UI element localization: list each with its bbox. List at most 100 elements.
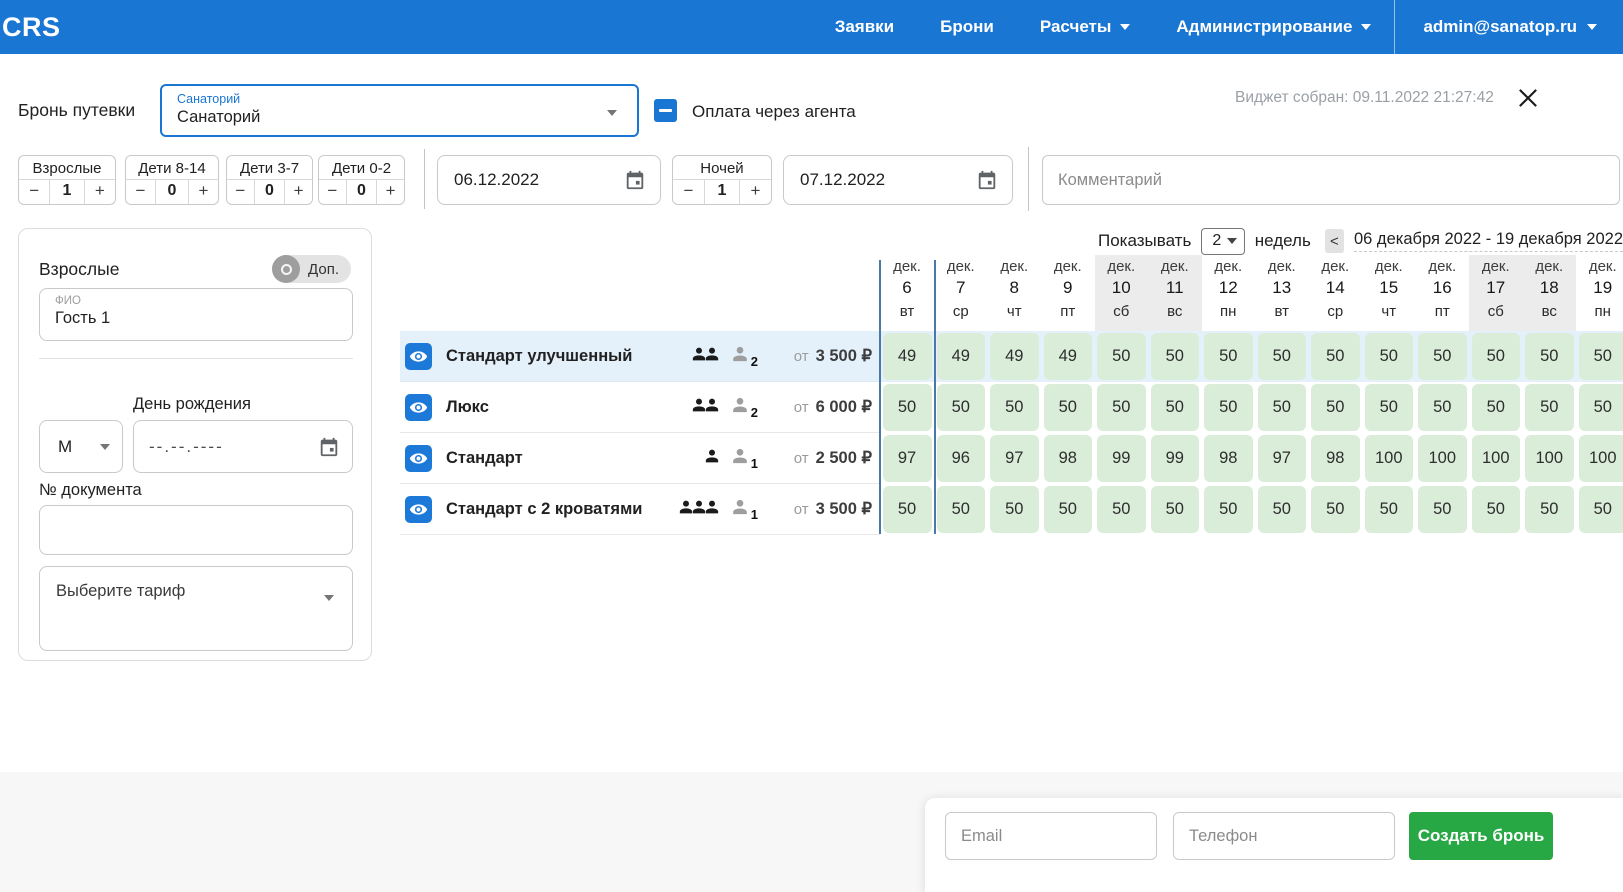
availability-cell[interactable]: 50 — [937, 486, 986, 533]
availability-cell[interactable]: 49 — [883, 333, 932, 380]
availability-cell[interactable]: 99 — [1097, 435, 1146, 482]
availability-cell[interactable]: 50 — [990, 384, 1039, 431]
availability-cell[interactable]: 50 — [1311, 333, 1360, 380]
availability-cell[interactable]: 50 — [1311, 486, 1360, 533]
app-logo[interactable]: CRS — [2, 12, 61, 43]
eye-icon[interactable] — [405, 394, 432, 421]
availability-cell[interactable]: 50 — [1579, 486, 1623, 533]
gender-select[interactable]: М — [39, 420, 123, 473]
calendar-day-header[interactable]: дек.13вт — [1255, 255, 1309, 331]
counter-minus-button[interactable]: − — [319, 180, 346, 204]
calendar-day-header[interactable]: дек.6вт — [880, 255, 934, 331]
availability-cell[interactable]: 50 — [1097, 333, 1146, 380]
availability-cell[interactable]: 50 — [1579, 333, 1623, 380]
document-number-input[interactable] — [39, 505, 353, 555]
birthday-field[interactable] — [133, 420, 353, 473]
calendar-day-header[interactable]: дек.19пн — [1576, 255, 1623, 331]
availability-cell[interactable]: 100 — [1418, 435, 1467, 482]
availability-cell[interactable]: 50 — [1418, 486, 1467, 533]
availability-cell[interactable]: 50 — [1097, 384, 1146, 431]
availability-cell[interactable]: 50 — [1204, 486, 1253, 533]
availability-cell[interactable]: 50 — [1418, 333, 1467, 380]
date-range-label[interactable]: 06 декабря 2022 - 19 декабря 2022 — [1354, 230, 1623, 252]
availability-cell[interactable]: 50 — [1097, 486, 1146, 533]
availability-cell[interactable]: 50 — [1525, 333, 1574, 380]
availability-cell[interactable]: 100 — [1472, 435, 1521, 482]
availability-cell[interactable]: 50 — [1472, 333, 1521, 380]
availability-cell[interactable]: 98 — [1311, 435, 1360, 482]
calendar-day-header[interactable]: дек.18вс — [1523, 255, 1577, 331]
close-icon[interactable] — [1514, 84, 1544, 114]
availability-cell[interactable]: 99 — [1151, 435, 1200, 482]
account-menu[interactable]: admin@sanatop.ru — [1394, 0, 1623, 54]
checkout-date-picker[interactable]: 07.12.2022 — [783, 155, 1013, 205]
availability-cell[interactable]: 50 — [1204, 333, 1253, 380]
availability-cell[interactable]: 98 — [1044, 435, 1093, 482]
calendar-day-header[interactable]: дек.11вс — [1148, 255, 1202, 331]
availability-cell[interactable]: 50 — [1365, 384, 1414, 431]
email-input[interactable] — [945, 812, 1157, 860]
nav-item-администрирование[interactable]: Администрирование — [1176, 17, 1371, 37]
extra-guest-toggle[interactable]: Доп. — [272, 255, 351, 283]
counter-minus-button[interactable]: − — [19, 180, 49, 204]
availability-cell[interactable]: 49 — [937, 333, 986, 380]
availability-cell[interactable]: 100 — [1579, 435, 1623, 482]
availability-cell[interactable]: 100 — [1525, 435, 1574, 482]
tariff-select[interactable]: Выберите тариф — [39, 566, 353, 651]
eye-icon[interactable] — [405, 445, 432, 472]
create-booking-button[interactable]: Создать бронь — [1409, 812, 1553, 860]
calendar-day-header[interactable]: дек.12пн — [1202, 255, 1256, 331]
availability-cell[interactable]: 50 — [1525, 384, 1574, 431]
hotel-select[interactable]: Санаторий Санаторий — [160, 84, 639, 137]
phone-input[interactable] — [1173, 812, 1395, 860]
fio-field[interactable]: ФИО Гость 1 — [39, 288, 353, 341]
availability-cell[interactable]: 50 — [1525, 486, 1574, 533]
counter-plus-button[interactable]: + — [189, 180, 218, 204]
availability-cell[interactable]: 50 — [990, 486, 1039, 533]
availability-cell[interactable]: 50 — [1151, 384, 1200, 431]
calendar-day-header[interactable]: дек.7ср — [934, 255, 988, 331]
calendar-day-header[interactable]: дек.16пт — [1416, 255, 1470, 331]
availability-cell[interactable]: 97 — [1258, 435, 1307, 482]
calendar-day-header[interactable]: дек.9пт — [1041, 255, 1095, 331]
eye-icon[interactable] — [405, 343, 432, 370]
weeks-count-select[interactable]: 2 — [1201, 228, 1244, 255]
checkin-date-picker[interactable]: 06.12.2022 — [437, 155, 661, 205]
availability-cell[interactable]: 49 — [990, 333, 1039, 380]
availability-cell[interactable]: 50 — [1151, 333, 1200, 380]
availability-cell[interactable]: 50 — [1258, 333, 1307, 380]
availability-cell[interactable]: 98 — [1204, 435, 1253, 482]
counter-minus-button[interactable]: − — [673, 180, 704, 204]
availability-cell[interactable]: 50 — [1044, 486, 1093, 533]
availability-cell[interactable]: 50 — [1579, 384, 1623, 431]
calendar-day-header[interactable]: дек.14ср — [1309, 255, 1363, 331]
comment-input[interactable] — [1042, 155, 1620, 205]
nav-item-заявки[interactable]: Заявки — [835, 17, 894, 37]
availability-cell[interactable]: 50 — [1258, 486, 1307, 533]
availability-cell[interactable]: 50 — [1472, 486, 1521, 533]
calendar-day-header[interactable]: дек.15чт — [1362, 255, 1416, 331]
availability-cell[interactable]: 50 — [1311, 384, 1360, 431]
counter-plus-button[interactable]: + — [740, 180, 771, 204]
availability-cell[interactable]: 50 — [1365, 486, 1414, 533]
availability-cell[interactable]: 50 — [1204, 384, 1253, 431]
counter-minus-button[interactable]: − — [227, 180, 254, 204]
availability-cell[interactable]: 100 — [1365, 435, 1414, 482]
availability-cell[interactable]: 50 — [937, 384, 986, 431]
availability-cell[interactable]: 50 — [1151, 486, 1200, 533]
counter-plus-button[interactable]: + — [377, 180, 404, 204]
availability-cell[interactable]: 50 — [883, 486, 932, 533]
prev-period-button[interactable]: < — [1325, 229, 1344, 253]
availability-cell[interactable]: 97 — [990, 435, 1039, 482]
calendar-day-header[interactable]: дек.8чт — [988, 255, 1042, 331]
availability-cell[interactable]: 50 — [1365, 333, 1414, 380]
agent-payment-checkbox[interactable] — [654, 99, 677, 122]
eye-icon[interactable] — [405, 496, 432, 523]
birthday-input[interactable] — [149, 437, 279, 457]
availability-cell[interactable]: 96 — [937, 435, 986, 482]
availability-cell[interactable]: 50 — [1044, 384, 1093, 431]
availability-cell[interactable]: 50 — [1258, 384, 1307, 431]
calendar-day-header[interactable]: дек.10сб — [1095, 255, 1149, 331]
availability-cell[interactable]: 50 — [1472, 384, 1521, 431]
availability-cell[interactable]: 97 — [883, 435, 932, 482]
